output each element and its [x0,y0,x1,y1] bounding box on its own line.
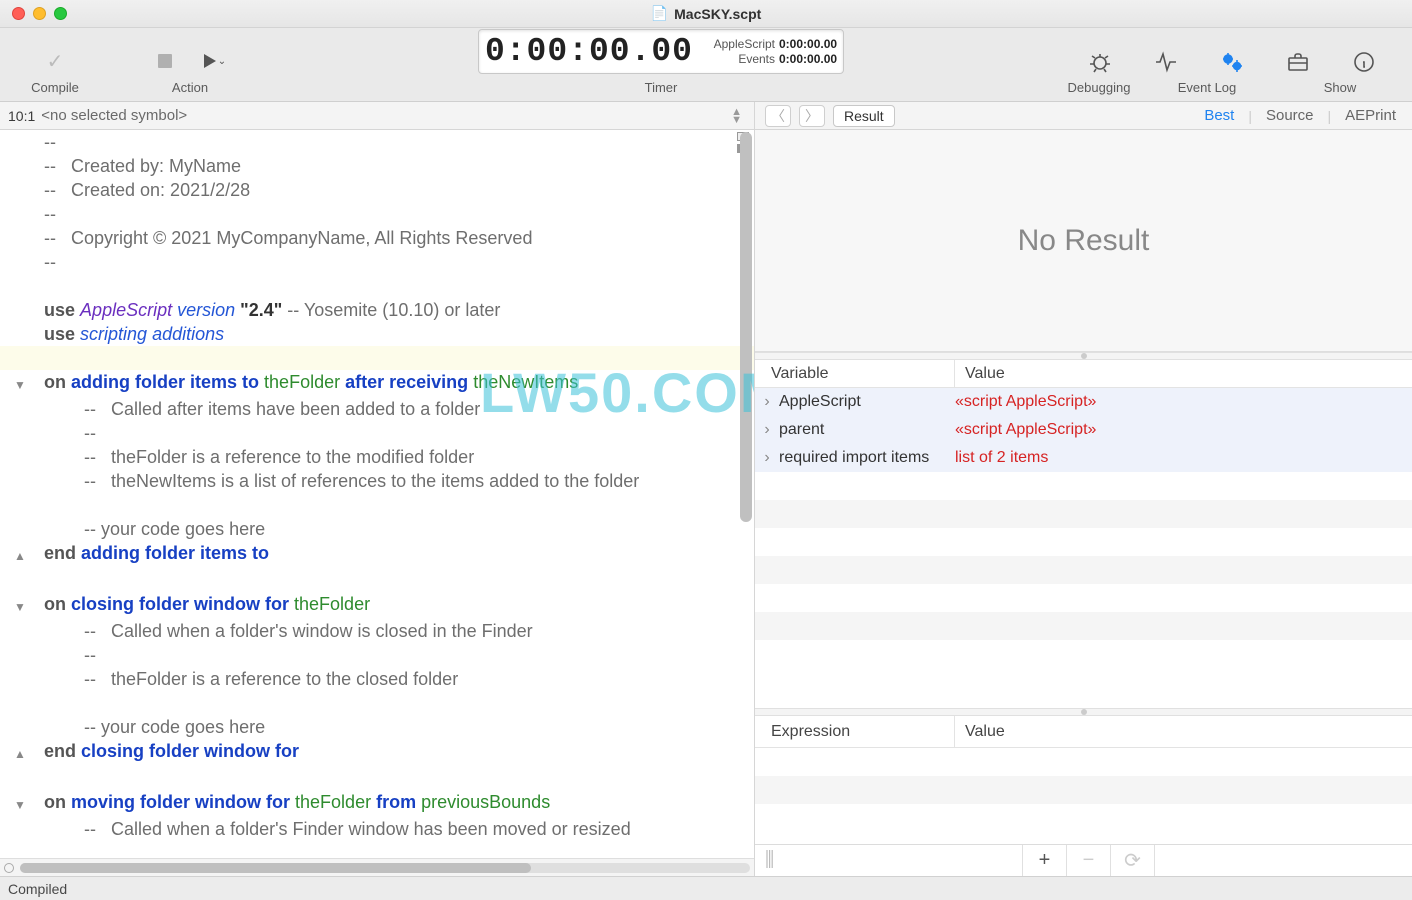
symbol-selector[interactable]: 10:1 <no selected symbol> ▲▼ [0,102,755,129]
expressions-toolbar: ⫼ + − ⟳ [755,844,1412,876]
result-nav: 〈 〉 Result Best | Source | AEPrint [755,102,1412,129]
event-log-button[interactable] [1153,50,1179,74]
table-row [755,776,1412,804]
window-titlebar: 📄 MacSKY.scpt [0,0,1412,28]
view-tab-source[interactable]: Source [1260,107,1320,124]
stop-button[interactable] [151,48,179,74]
window-title-text: MacSKY.scpt [674,6,761,22]
columns-icon[interactable]: ⫼ [755,845,1023,876]
table-row [755,500,1412,528]
toolbar: ✓ Compile ⌄ Action 0:00:00.00 AppleScrip… [0,28,1412,102]
play-icon [204,54,216,68]
table-row [755,528,1412,556]
eventlog-label: Event Log [1172,80,1242,95]
show-label: Show [1280,80,1400,95]
expressions-header-value[interactable]: Value [955,716,1412,747]
table-row [755,584,1412,612]
variable-row[interactable]: › parent «script AppleScript» [755,416,1412,444]
table-row [755,804,1412,832]
fullscreen-button[interactable] [54,7,67,20]
table-row [755,612,1412,640]
expressions-header: Expression Value [755,716,1412,748]
expressions-rows [755,748,1412,844]
horizontal-scrollbar-row [0,858,754,876]
show-gears-button[interactable] [1219,50,1245,74]
selected-symbol: <no selected symbol> [41,107,725,124]
compile-label: Compile [31,80,79,95]
fold-toggle[interactable]: ▼ [14,798,26,812]
debugging-label: Debugging [1064,80,1134,95]
toolbar-right-group: Debugging Event Log Show [1052,28,1412,101]
result-button[interactable]: Result [833,105,895,127]
updown-icon: ▲▼ [731,108,746,124]
variables-header: Variable Value [755,360,1412,388]
window-controls [0,7,67,20]
code-pane: LW50.COM -- -- Created by: MyName -- Cre… [0,130,755,876]
action-label: Action [172,80,208,95]
info-icon [1351,50,1377,74]
fold-toggle[interactable]: ▲ [14,549,26,563]
nav-back-button[interactable]: 〈 [765,105,791,127]
minimize-button[interactable] [33,7,46,20]
pathbar: 10:1 <no selected symbol> ▲▼ 〈 〉 Result … [0,102,1412,130]
split-handle-icon[interactable] [4,863,14,873]
expand-toggle[interactable]: › [755,449,779,467]
splitter-handle[interactable] [755,708,1412,716]
stop-icon [158,54,172,68]
bug-icon [1087,50,1113,74]
run-button[interactable]: ⌄ [201,48,229,74]
expand-toggle[interactable]: › [755,421,779,439]
check-icon: ✓ [47,49,64,74]
close-button[interactable] [12,7,25,20]
timer-lcd: 0:00:00.00 [485,33,693,70]
fold-toggle[interactable]: ▼ [14,600,26,614]
result-pane: No Result Variable Value › AppleScript «… [755,130,1412,876]
table-row [755,748,1412,776]
show-info-button[interactable] [1351,50,1377,74]
main: LW50.COM -- -- Created by: MyName -- Cre… [0,130,1412,876]
expand-toggle[interactable]: › [755,393,779,411]
variable-row[interactable]: › required import items list of 2 items [755,444,1412,472]
add-expression-button[interactable]: + [1023,845,1067,876]
timer-subtimes: AppleScript0:00:00.00 Events0:00:00.00 [703,37,837,67]
variables-header-value[interactable]: Value [955,360,1412,387]
pulse-icon [1153,50,1179,74]
chevron-down-icon: ⌄ [218,56,226,67]
code-editor[interactable]: LW50.COM -- -- Created by: MyName -- Cre… [0,130,754,858]
gears-icon [1219,50,1245,74]
nav-forward-button[interactable]: 〉 [799,105,825,127]
toolbar-compile-group: ✓ Compile [0,28,110,101]
timer-label: Timer [645,80,678,95]
status-text: Compiled [8,881,67,897]
toolbar-timer-group: 0:00:00.00 AppleScript0:00:00.00 Events0… [270,28,1052,101]
fold-toggle[interactable]: ▲ [14,747,26,761]
show-toolbox-button[interactable] [1285,50,1311,74]
table-row [755,556,1412,584]
view-tab-best[interactable]: Best [1198,107,1240,124]
expressions-header-expression[interactable]: Expression [755,716,955,747]
table-row [755,640,1412,668]
table-row [755,472,1412,500]
horizontal-scrollbar[interactable] [20,863,750,873]
toolbar-action-group: ⌄ Action [110,28,270,101]
variables-header-variable[interactable]: Variable [755,360,955,387]
timer-display: 0:00:00.00 AppleScript0:00:00.00 Events0… [478,29,844,74]
variable-row[interactable]: › AppleScript «script AppleScript» [755,388,1412,416]
remove-expression-button[interactable]: − [1067,845,1111,876]
fold-toggle[interactable]: ▼ [14,378,26,392]
briefcase-icon [1285,50,1311,74]
expressions-panel: Expression Value ⫼ + − ⟳ [755,716,1412,876]
window-title: 📄 MacSKY.scpt [651,5,762,22]
document-icon: 📄 [651,5,668,22]
status-bar: Compiled [0,876,1412,900]
view-tab-aeprint[interactable]: AEPrint [1339,107,1402,124]
vertical-scrollbar[interactable] [740,132,752,522]
variables-panel: Variable Value › AppleScript «script App… [755,360,1412,708]
compile-button[interactable]: ✓ [41,48,69,74]
debugging-button[interactable] [1087,50,1113,74]
splitter-handle[interactable] [755,352,1412,360]
cursor-position: 10:1 [8,108,35,124]
refresh-expression-button[interactable]: ⟳ [1111,845,1155,876]
no-result-placeholder: No Result [755,130,1412,352]
